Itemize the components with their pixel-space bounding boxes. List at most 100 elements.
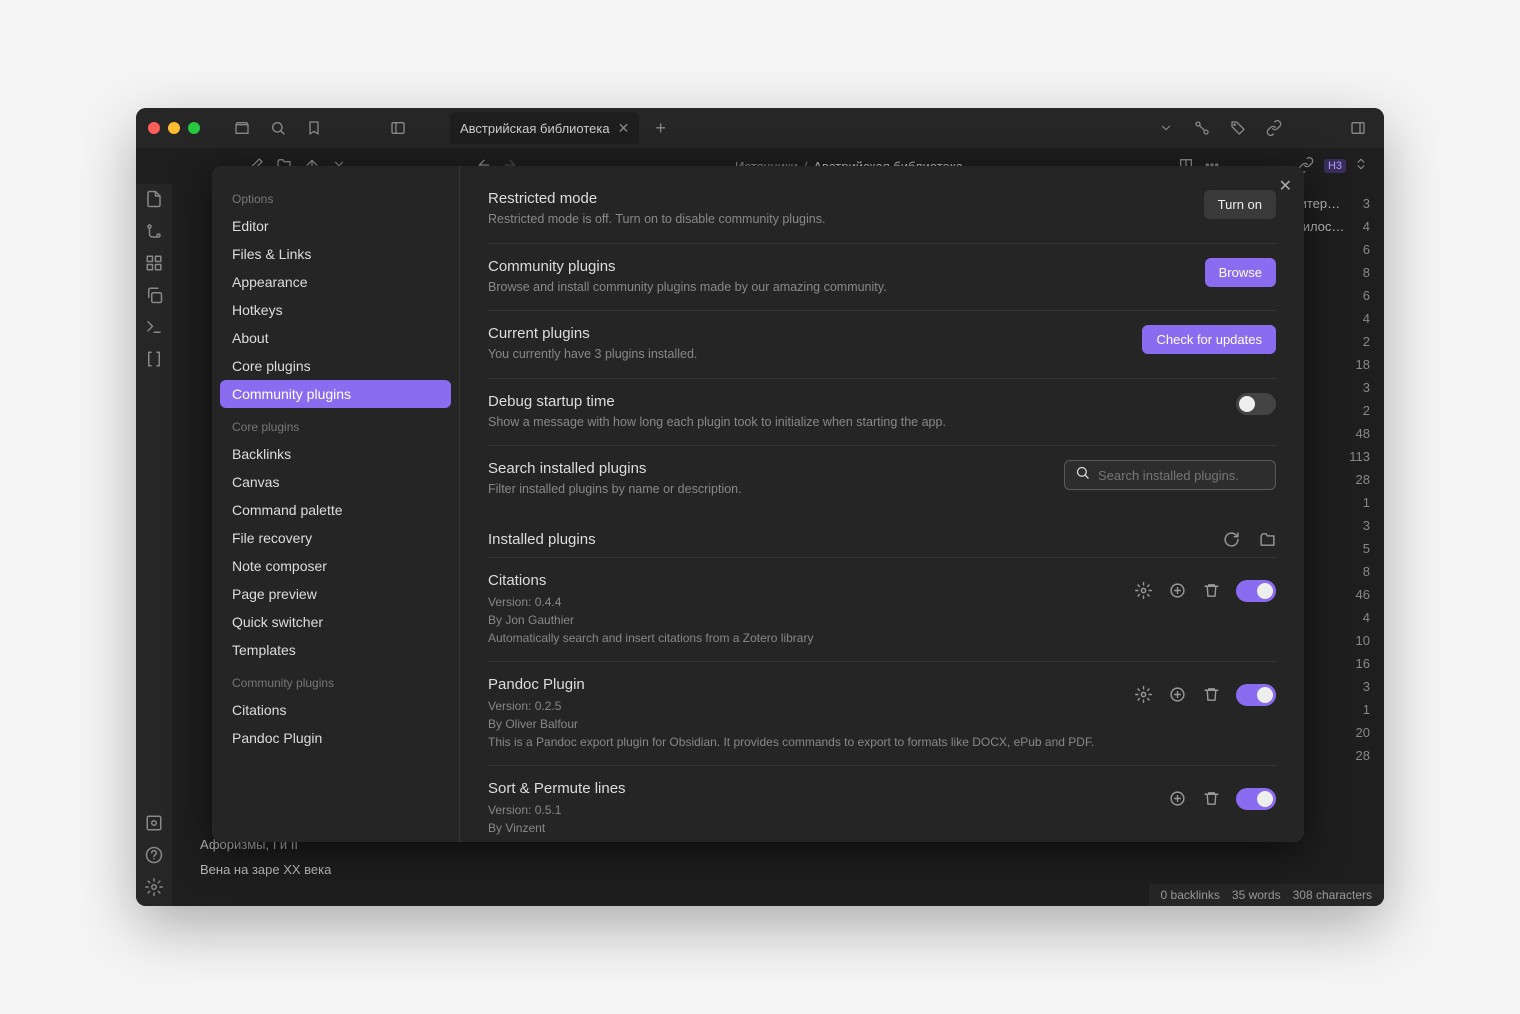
left-rail [136, 184, 172, 906]
linked-mention-count: 2 [1363, 334, 1370, 349]
chevron-down-icon[interactable] [1152, 114, 1180, 142]
settings-nav-item[interactable]: Command palette [220, 496, 451, 524]
settings-section-header: Community plugins [220, 670, 451, 696]
plugin-delete-icon[interactable] [1202, 582, 1220, 600]
bookmark-icon[interactable] [300, 114, 328, 142]
plugin-enable-toggle[interactable] [1236, 580, 1276, 602]
linked-mention-count: 3 [1363, 518, 1370, 533]
setting-desc-current: You currently have 3 plugins installed. [488, 346, 697, 364]
window-controls [148, 122, 200, 134]
linked-mention-count: 5 [1363, 541, 1370, 556]
settings-nav-item[interactable]: Pandoc Plugin [220, 724, 451, 752]
close-modal-icon[interactable]: ✕ [1279, 176, 1292, 196]
plugin-hotkey-icon[interactable] [1168, 686, 1186, 704]
browse-button[interactable]: Browse [1205, 258, 1276, 287]
word-count: 35 words [1232, 888, 1281, 902]
linked-mention-count: 3 [1363, 679, 1370, 694]
left-sidebar-toggle-icon[interactable] [384, 114, 412, 142]
check-updates-button[interactable]: Check for updates [1142, 325, 1276, 354]
plugin-enable-toggle[interactable] [1236, 684, 1276, 706]
git-icon[interactable] [145, 222, 163, 240]
settings-nav-item[interactable]: About [220, 324, 451, 352]
plugin-enable-toggle[interactable] [1236, 788, 1276, 810]
debug-toggle[interactable] [1236, 393, 1276, 415]
turn-on-button[interactable]: Turn on [1204, 190, 1276, 219]
linked-mention-count: 4 [1363, 311, 1370, 326]
plugin-hotkey-icon[interactable] [1168, 582, 1186, 600]
setting-desc-search: Filter installed plugins by name or desc… [488, 481, 742, 499]
minimize-window-button[interactable] [168, 122, 180, 134]
tab[interactable]: Австрийская библиотека ✕ [450, 112, 639, 144]
linked-mention-count: 3 [1363, 380, 1370, 395]
linked-mention-count: 8 [1363, 265, 1370, 280]
setting-title-restricted: Restricted mode [488, 190, 825, 207]
settings-nav-item[interactable]: Hotkeys [220, 296, 451, 324]
settings-nav-item[interactable]: Canvas [220, 468, 451, 496]
search-icon [1075, 465, 1090, 485]
linked-mention-count: 46 [1356, 587, 1370, 602]
plugin-row: Pandoc PluginVersion: 0.2.5By Oliver Bal… [488, 662, 1276, 766]
plugin-settings-icon[interactable] [1134, 686, 1152, 704]
heading-indicator[interactable]: H3 [1324, 159, 1346, 173]
setting-desc-debug: Show a message with how long each plugin… [488, 414, 946, 432]
terminal-icon[interactable] [145, 318, 163, 336]
settings-nav-item[interactable]: Page preview [220, 580, 451, 608]
settings-nav-item[interactable]: Templates [220, 636, 451, 664]
settings-nav-item[interactable]: Files & Links [220, 240, 451, 268]
linked-mention-count: 48 [1356, 426, 1370, 441]
settings-nav-item[interactable]: Quick switcher [220, 608, 451, 636]
plugin-hotkey-icon[interactable] [1168, 790, 1186, 808]
settings-nav-item[interactable]: Appearance [220, 268, 451, 296]
linked-mention-count: 18 [1356, 357, 1370, 372]
maximize-window-button[interactable] [188, 122, 200, 134]
bracket-icon[interactable] [145, 350, 163, 368]
linked-mention-count: 16 [1356, 656, 1370, 671]
vault-switcher-icon[interactable] [145, 814, 163, 832]
tags-icon[interactable] [1224, 114, 1252, 142]
new-tab-button[interactable]: + [647, 118, 674, 139]
settings-section-header: Core plugins [220, 414, 451, 440]
open-plugins-folder-icon[interactable] [1258, 531, 1276, 549]
installed-plugins-header: Installed plugins [488, 513, 1276, 558]
plugin-settings-icon[interactable] [1134, 582, 1152, 600]
file-item[interactable]: Вена на заре XX века [180, 857, 464, 882]
tab-title: Австрийская библиотека [460, 121, 610, 136]
search-plugins-input[interactable] [1098, 468, 1265, 483]
settings-nav-item[interactable]: Core plugins [220, 352, 451, 380]
files-icon[interactable] [145, 190, 163, 208]
settings-nav-item[interactable]: Note composer [220, 552, 451, 580]
settings-nav-item[interactable]: Community plugins [220, 380, 451, 408]
right-sidebar-toggle-icon[interactable] [1344, 114, 1372, 142]
linked-mention-count: 8 [1363, 564, 1370, 579]
reload-plugins-icon[interactable] [1222, 531, 1240, 549]
settings-nav-item[interactable]: Editor [220, 212, 451, 240]
plugin-name: Citations [488, 572, 1118, 589]
linked-mention-count: 2 [1363, 403, 1370, 418]
plugin-delete-icon[interactable] [1202, 790, 1220, 808]
setting-title-current: Current plugins [488, 325, 697, 342]
linked-mention-count: 4 [1363, 610, 1370, 625]
graph-icon[interactable] [1188, 114, 1216, 142]
setting-title-community: Community plugins [488, 258, 887, 275]
plugin-delete-icon[interactable] [1202, 686, 1220, 704]
settings-nav-item[interactable]: File recovery [220, 524, 451, 552]
setting-desc-community: Browse and install community plugins mad… [488, 279, 887, 297]
search-icon[interactable] [264, 114, 292, 142]
expand-collapse-icon[interactable] [1354, 157, 1372, 175]
help-icon[interactable] [145, 846, 163, 864]
close-tab-icon[interactable]: ✕ [618, 120, 630, 137]
settings-nav-item[interactable]: Citations [220, 696, 451, 724]
settings-nav-item[interactable]: Backlinks [220, 440, 451, 468]
setting-title-search: Search installed plugins [488, 460, 742, 477]
vault-icon[interactable] [228, 114, 256, 142]
linked-mention-count: 6 [1363, 288, 1370, 303]
settings-icon[interactable] [145, 878, 163, 896]
outgoing-links-icon[interactable] [1260, 114, 1288, 142]
plugin-row: CitationsVersion: 0.4.4By Jon GauthierAu… [488, 558, 1276, 662]
copy-icon[interactable] [145, 286, 163, 304]
backlinks-count: 0 backlinks [1161, 888, 1220, 902]
close-window-button[interactable] [148, 122, 160, 134]
plugin-meta: Version: 0.5.1By Vinzent [488, 801, 1152, 837]
titlebar: Австрийская библиотека ✕ + [136, 108, 1384, 148]
grid-icon[interactable] [145, 254, 163, 272]
